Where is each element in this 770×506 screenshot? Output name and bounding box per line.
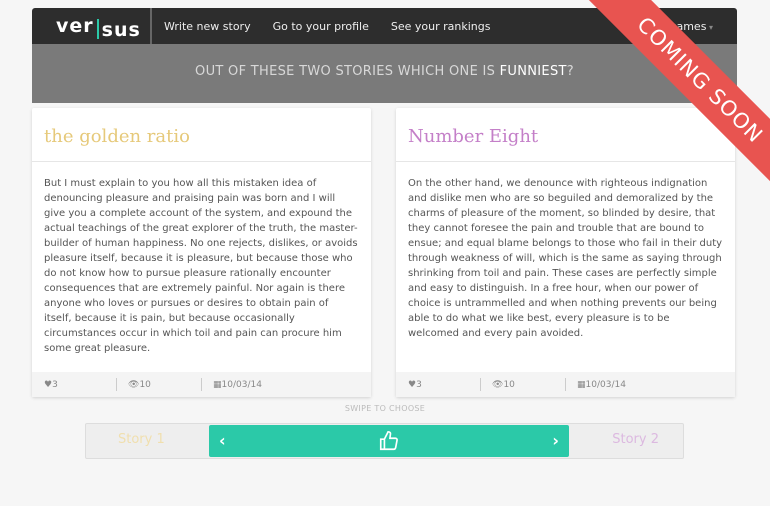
calendar-icon: ▦ <box>577 379 586 390</box>
caret-down-icon: ▾ <box>706 22 713 32</box>
question-highlight: FUNNIEST <box>499 64 567 79</box>
logo[interactable]: ver sus <box>32 8 152 44</box>
nav-profile[interactable]: Go to your profile <box>273 20 369 33</box>
eye-icon: 👁 <box>492 379 504 390</box>
likes-count: 3 <box>416 379 422 390</box>
likes-count: 3 <box>52 379 58 390</box>
heart-icon: ♥ <box>408 379 417 390</box>
heart-icon: ♥ <box>44 379 53 390</box>
question-banner: OUT OF THESE TWO STORIES WHICH ONE IS FU… <box>32 44 737 103</box>
choice-slider[interactable]: Story 1 Story 2 ‹ › <box>85 423 684 459</box>
story-1-label: Story 1 <box>118 432 165 447</box>
logo-divider <box>96 19 99 39</box>
question-prefix: OUT OF THESE TWO STORIES WHICH ONE IS <box>195 64 500 79</box>
calendar-icon: ▦ <box>213 379 222 390</box>
views-count: 10 <box>503 379 515 390</box>
chevron-right-icon: › <box>552 431 559 450</box>
logo-left: ver <box>56 15 94 37</box>
question-suffix: ? <box>566 64 574 79</box>
nav-write-story[interactable]: Write new story <box>164 20 251 33</box>
views-count: 10 <box>139 379 151 390</box>
eye-icon: 👁 <box>128 379 140 390</box>
story-title: Number Eight <box>396 108 735 162</box>
story-title: the golden ratio <box>32 108 371 162</box>
story-date: 10/03/14 <box>221 379 262 390</box>
story-card-2[interactable]: Number Eight On the other hand, we denou… <box>396 108 735 397</box>
story-2-label: Story 2 <box>612 432 659 447</box>
swipe-label: SWIPE TO CHOOSE <box>344 404 426 413</box>
story-footer: ♥ 3 👁 10 ▦ 10/03/14 <box>32 372 371 397</box>
story-footer: ♥ 3 👁 10 ▦ 10/03/14 <box>396 372 735 397</box>
logo-right: sus <box>101 19 141 41</box>
thumbs-up-icon <box>379 431 398 451</box>
story-date: 10/03/14 <box>585 379 626 390</box>
slider-handle[interactable]: ‹ › <box>209 425 569 457</box>
story-body: On the other hand, we denounce with righ… <box>408 178 723 339</box>
chevron-left-icon: ‹ <box>219 431 226 450</box>
story-body: But I must explain to you how all this m… <box>44 178 358 354</box>
story-card-1[interactable]: the golden ratio But I must explain to y… <box>32 108 371 397</box>
nav-rankings[interactable]: See your rankings <box>391 20 491 33</box>
